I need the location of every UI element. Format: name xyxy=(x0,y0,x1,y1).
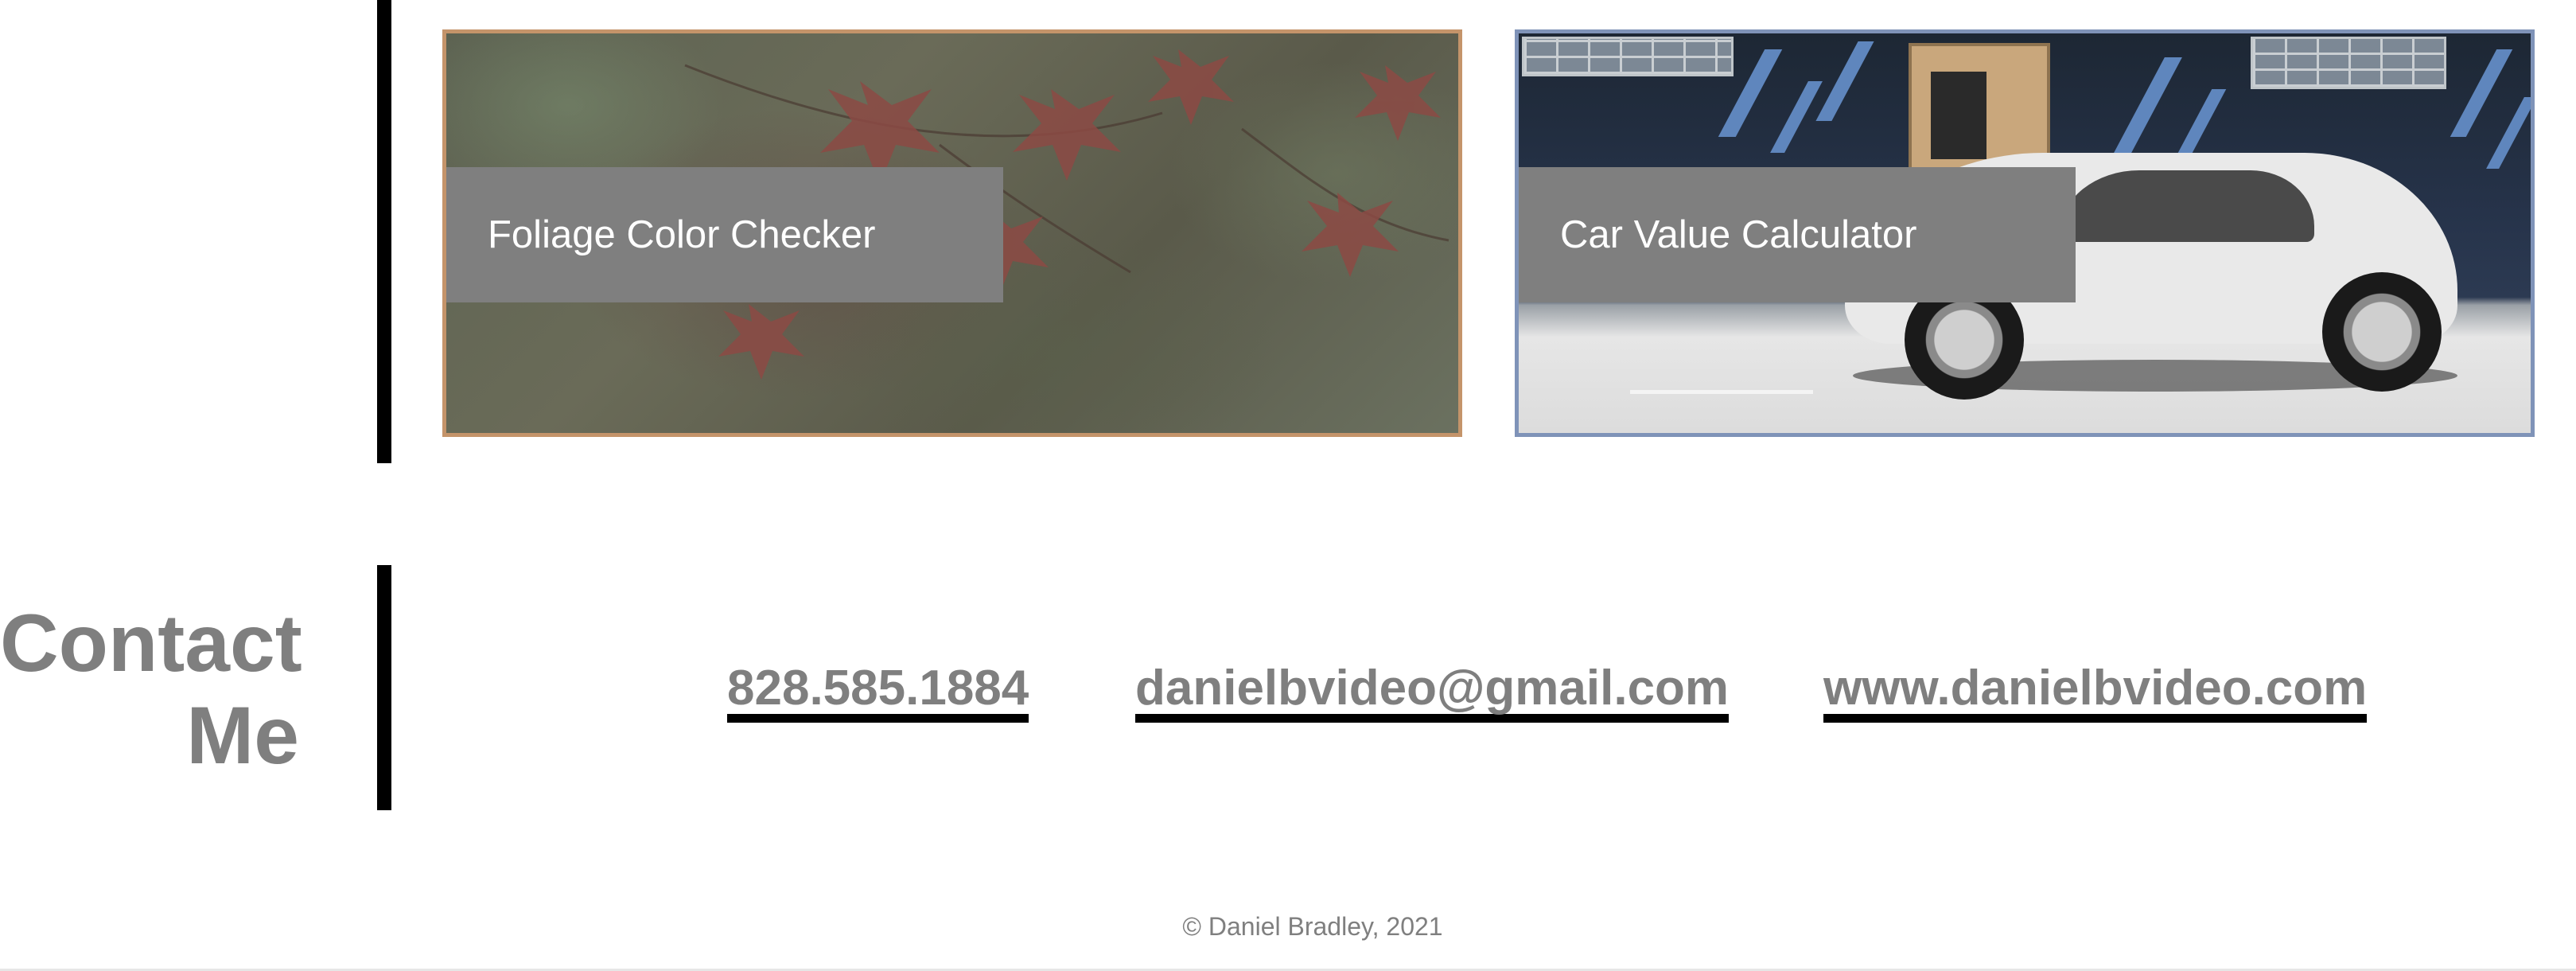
project-card-label: Car Value Calculator xyxy=(1519,167,2076,302)
mural-stripe xyxy=(2486,97,2531,169)
projects-section-bar xyxy=(377,0,391,463)
car-window xyxy=(2060,170,2314,242)
mural-stripe xyxy=(2114,57,2182,153)
building-window xyxy=(1522,37,1734,76)
phone-link[interactable]: 828.585.1884 xyxy=(727,657,1029,723)
email-link[interactable]: danielbvideo@gmail.com xyxy=(1135,657,1730,723)
contact-section-bar xyxy=(377,565,391,810)
page: Foliage Color Checker Car Value Calculat… xyxy=(0,0,2576,971)
project-card-label: Foliage Color Checker xyxy=(446,167,1003,302)
car-wheel xyxy=(2322,272,2442,392)
mural-stripe xyxy=(1770,81,1823,153)
project-card-foliage-color-checker[interactable]: Foliage Color Checker xyxy=(442,29,1462,437)
website-link[interactable]: www.danielbvideo.com xyxy=(1823,657,2368,723)
project-card-car-value-calculator[interactable]: Car Value Calculator xyxy=(1515,29,2535,437)
road-marking xyxy=(1630,390,1813,394)
contact-heading-line1: Contact xyxy=(0,598,302,688)
building-window xyxy=(2251,37,2446,89)
contact-heading-line2: Me xyxy=(186,690,299,781)
mural-stripe xyxy=(1815,41,1874,121)
mural-stripe xyxy=(2177,89,2227,153)
mural-stripe xyxy=(2450,49,2513,137)
footer-copyright: © Daniel Bradley, 2021 xyxy=(1182,912,1443,941)
contact-heading: Contact Me xyxy=(0,597,302,782)
